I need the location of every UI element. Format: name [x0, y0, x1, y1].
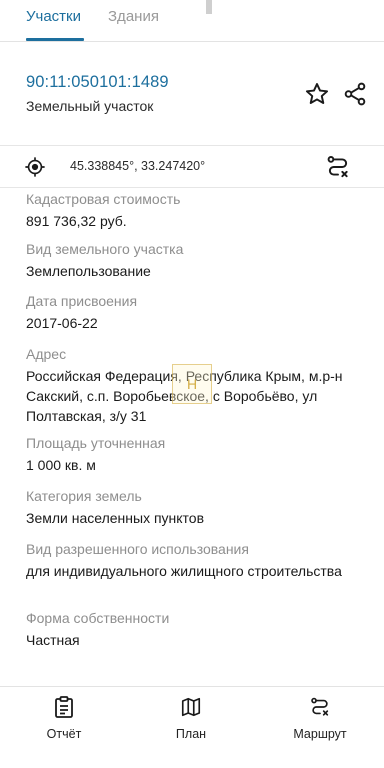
nav-label: Отчёт [46, 727, 82, 741]
field-value: Земли населенных пунктов [26, 510, 205, 526]
route-icon [327, 156, 348, 178]
nav-label: План [175, 727, 207, 741]
locate-button[interactable] [22, 154, 48, 180]
map-icon [181, 697, 201, 717]
share-icon [344, 82, 366, 106]
bottom-navigation: Отчёт План Маршрут [0, 686, 384, 768]
favorite-button[interactable] [303, 80, 331, 108]
nav-label: Маршрут [293, 727, 347, 741]
field-area: Площадь уточненная 1 000 кв. м [26, 434, 366, 475]
field-label: Категория земель [26, 488, 142, 504]
field-label: Кадастровая стоимость [26, 191, 181, 207]
crosshair-icon [25, 157, 45, 177]
field-label: Вид земельного участка [26, 241, 184, 257]
active-tab-indicator [26, 38, 84, 41]
nav-plan[interactable]: План [141, 695, 241, 741]
drag-handle [206, 0, 212, 14]
field-label: Адрес [26, 346, 67, 362]
field-label: Вид разрешенного использования [26, 541, 249, 557]
field-value: 891 736,32 руб. [26, 213, 127, 229]
tab-buildings[interactable]: Здания [108, 8, 159, 25]
field-cadastral-cost: Кадастровая стоимость 891 736,32 руб. [26, 190, 366, 231]
field-permitted-use: Вид разрешенного использования для индив… [26, 540, 366, 581]
nav-route[interactable]: Маршрут [270, 695, 370, 741]
report-icon [55, 696, 73, 718]
tab-bar: Участки Здания [0, 0, 384, 42]
nav-report[interactable]: Отчёт [14, 695, 114, 741]
share-button[interactable] [341, 80, 369, 108]
field-assignment-date: Дата присвоения 2017-06-22 [26, 292, 366, 333]
route-button[interactable] [323, 152, 353, 182]
star-icon [305, 83, 329, 104]
field-label: Дата присвоения [26, 293, 138, 309]
coordinates-text[interactable]: 45.338845°, 33.247420° [70, 159, 205, 173]
field-value: для индивидуального жилищного строительс… [26, 563, 342, 579]
parcel-header: 90:11:050101:1489 Земельный участок [0, 42, 384, 146]
field-parcel-kind: Вид земельного участка Землепользование [26, 240, 366, 281]
field-value: Частная [26, 632, 80, 648]
route-icon [311, 697, 329, 716]
field-value: 1 000 кв. м [26, 457, 96, 473]
field-value: Землепользование [26, 263, 151, 279]
field-label: Форма собственности [26, 610, 170, 626]
cadastral-number[interactable]: 90:11:050101:1489 [26, 73, 169, 92]
parcel-type: Земельный участок [26, 98, 154, 114]
field-ownership: Форма собственности Частная [26, 609, 366, 650]
field-land-category: Категория земель Земли населенных пункто… [26, 487, 366, 528]
field-label: Площадь уточненная [26, 435, 166, 451]
watermark-badge: Н [172, 364, 212, 404]
tab-parcels[interactable]: Участки [26, 8, 81, 25]
field-value: 2017-06-22 [26, 315, 98, 331]
coordinates-bar: 45.338845°, 33.247420° [0, 146, 384, 188]
parcel-details: Кадастровая стоимость 891 736,32 руб. Ви… [0, 188, 384, 686]
